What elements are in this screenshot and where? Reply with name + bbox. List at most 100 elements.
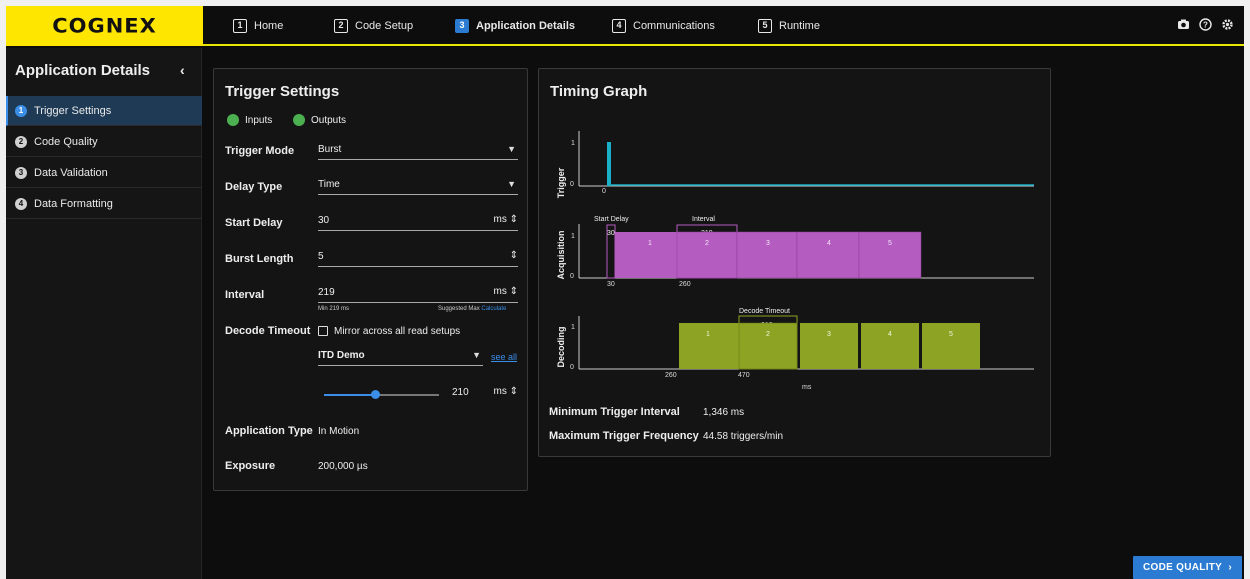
acq-block-2 <box>676 231 738 279</box>
burst-length-label: Burst Length <box>225 253 294 265</box>
acq-block-1 <box>615 232 677 278</box>
sidebar-item-data-validation[interactable]: 3 Data Validation <box>6 158 202 188</box>
axis-tick-0: 0 <box>570 181 574 188</box>
timeout-slider-handle[interactable] <box>371 390 380 399</box>
exposure-value: 200,000 µs <box>318 461 368 472</box>
timeout-slider-fill <box>324 394 376 396</box>
trigger-time-zero: 0 <box>602 188 606 195</box>
svg-text:?: ? <box>1203 21 1208 30</box>
nav-number: 3 <box>455 19 469 33</box>
mirror-checkbox[interactable] <box>318 326 328 336</box>
start-delay-value: 30 <box>318 215 330 226</box>
settings-icon[interactable] <box>1221 18 1234 34</box>
acq-block-label: 5 <box>888 240 892 247</box>
nav-home[interactable]: 1 Home <box>233 6 283 46</box>
sidebar-item-data-formatting[interactable]: 4 Data Formatting <box>6 189 202 219</box>
timeout-input[interactable]: 210 ms ⇕ <box>452 385 518 403</box>
nav-label: Application Details <box>476 20 576 32</box>
sidebar: Application Details ‹ 1 Trigger Settings … <box>6 48 202 579</box>
max-trigger-frequency-label: Maximum Trigger Frequency <box>549 430 699 442</box>
trigger-mode-value: Burst <box>318 144 342 155</box>
delay-type-select[interactable]: Time ▼ <box>318 177 518 195</box>
timing-graph-panel: Timing Graph Trigger 1 0 0 Acquisition 1… <box>538 68 1051 457</box>
burst-length-input[interactable]: 5 ⇕ <box>318 249 518 267</box>
application-type-label: Application Type <box>225 425 313 437</box>
nav-label: Runtime <box>779 20 820 32</box>
dec-block-2 <box>738 322 798 370</box>
max-trigger-frequency-value: 44.58 triggers/min <box>703 431 784 442</box>
cognex-logo[interactable]: COGNEX <box>6 6 203 46</box>
nav-communications[interactable]: 4 Communications <box>612 6 715 46</box>
help-icon[interactable]: ? <box>1199 18 1212 34</box>
delay-type-label: Delay Type <box>225 181 283 193</box>
acquisition-blocks <box>615 231 922 279</box>
step-badge: 3 <box>15 166 27 179</box>
interval-stepper[interactable]: ms ⇕ <box>493 286 518 297</box>
nav-code-setup[interactable]: 2 Code Setup <box>334 6 413 46</box>
acq-block-4 <box>796 231 860 279</box>
start-delay-annotation-value: 30 <box>607 230 615 237</box>
nav-runtime[interactable]: 5 Runtime <box>758 6 820 46</box>
axis-tick-1: 1 <box>571 140 575 147</box>
decoding-row-label: Decoding <box>556 326 566 367</box>
nav-label: Communications <box>633 20 715 32</box>
nav-number: 1 <box>233 19 247 33</box>
dropdown-arrow-icon: ▼ <box>507 144 516 154</box>
camera-icon[interactable] <box>1177 18 1190 34</box>
dec-block-5 <box>922 323 980 369</box>
interval-annotation: Interval <box>692 216 715 223</box>
sidebar-item-label: Trigger Settings <box>34 104 112 117</box>
read-setup-value: ITD Demo <box>318 350 365 361</box>
sidebar-item-label: Code Quality <box>34 135 98 148</box>
sidebar-title: Application Details <box>15 62 151 79</box>
decode-timeout-annotation: Decode Timeout <box>739 308 790 315</box>
interval-input[interactable]: 219 ms ⇕ <box>318 285 518 303</box>
step-badge: 1 <box>15 104 27 117</box>
acq-block-label: 2 <box>705 240 709 247</box>
acq-block-3 <box>736 231 798 279</box>
axis-tick-1: 1 <box>571 233 575 240</box>
dec-time-tick: 260 <box>665 372 677 379</box>
sidebar-item-trigger-settings[interactable]: 1 Trigger Settings <box>6 96 202 126</box>
unit-label: ms <box>493 386 507 397</box>
acq-time-tick: 30 <box>607 281 615 288</box>
decoding-blocks <box>679 322 980 370</box>
dec-block-label: 1 <box>706 331 710 338</box>
acq-block-label: 1 <box>648 240 652 247</box>
acquisition-row-label: Acquisition <box>556 231 566 280</box>
calculate-link[interactable]: Calculate <box>481 306 506 312</box>
see-all-link[interactable]: see all <box>491 352 517 362</box>
step-badge: 4 <box>15 197 27 210</box>
next-code-quality-button[interactable]: CODE QUALITY › <box>1133 556 1242 579</box>
collapse-sidebar-icon[interactable]: ‹ <box>180 62 185 78</box>
chevron-right-icon: › <box>1228 562 1232 573</box>
min-trigger-interval-value: 1,346 ms <box>703 407 745 418</box>
burst-length-stepper[interactable]: ⇕ <box>510 250 518 261</box>
trigger-mode-select[interactable]: Burst ▼ <box>318 142 518 160</box>
acq-time-tick: 260 <box>679 281 691 288</box>
dec-time-tick: 470 <box>738 372 750 379</box>
brand-text: COGNEX <box>52 14 157 38</box>
start-delay-stepper[interactable]: ms ⇕ <box>493 214 518 225</box>
outputs-legend-dot <box>293 114 305 126</box>
app-window: COGNEX 1 Home 2 Code Setup 3 Application De… <box>6 6 1244 579</box>
dec-block-4 <box>861 323 919 369</box>
sidebar-item-code-quality[interactable]: 2 Code Quality <box>6 127 202 157</box>
timeout-stepper[interactable]: ms ⇕ <box>493 386 518 397</box>
x-axis-unit: ms <box>802 384 812 391</box>
read-setup-select[interactable]: ITD Demo ▼ <box>318 348 483 366</box>
dec-block-label: 4 <box>888 331 892 338</box>
trigger-pulse <box>607 142 611 186</box>
axis-tick-0: 0 <box>570 364 574 371</box>
nav-label: Home <box>254 20 284 32</box>
start-delay-input[interactable]: 30 ms ⇕ <box>318 213 518 231</box>
trigger-mode-label: Trigger Mode <box>225 145 295 157</box>
nav-number: 4 <box>612 19 626 33</box>
exposure-label: Exposure <box>225 460 276 472</box>
timing-graph: Trigger 1 0 0 Acquisition 1 0 Start Dela… <box>556 131 1034 391</box>
top-bar: COGNEX 1 Home 2 Code Setup 3 Application De… <box>6 6 1244 46</box>
panel-title: Trigger Settings <box>225 83 340 100</box>
unit-label: ms <box>493 286 507 297</box>
nav-application-details[interactable]: 3 Application Details <box>455 6 575 46</box>
start-delay-label: Start Delay <box>225 217 283 229</box>
